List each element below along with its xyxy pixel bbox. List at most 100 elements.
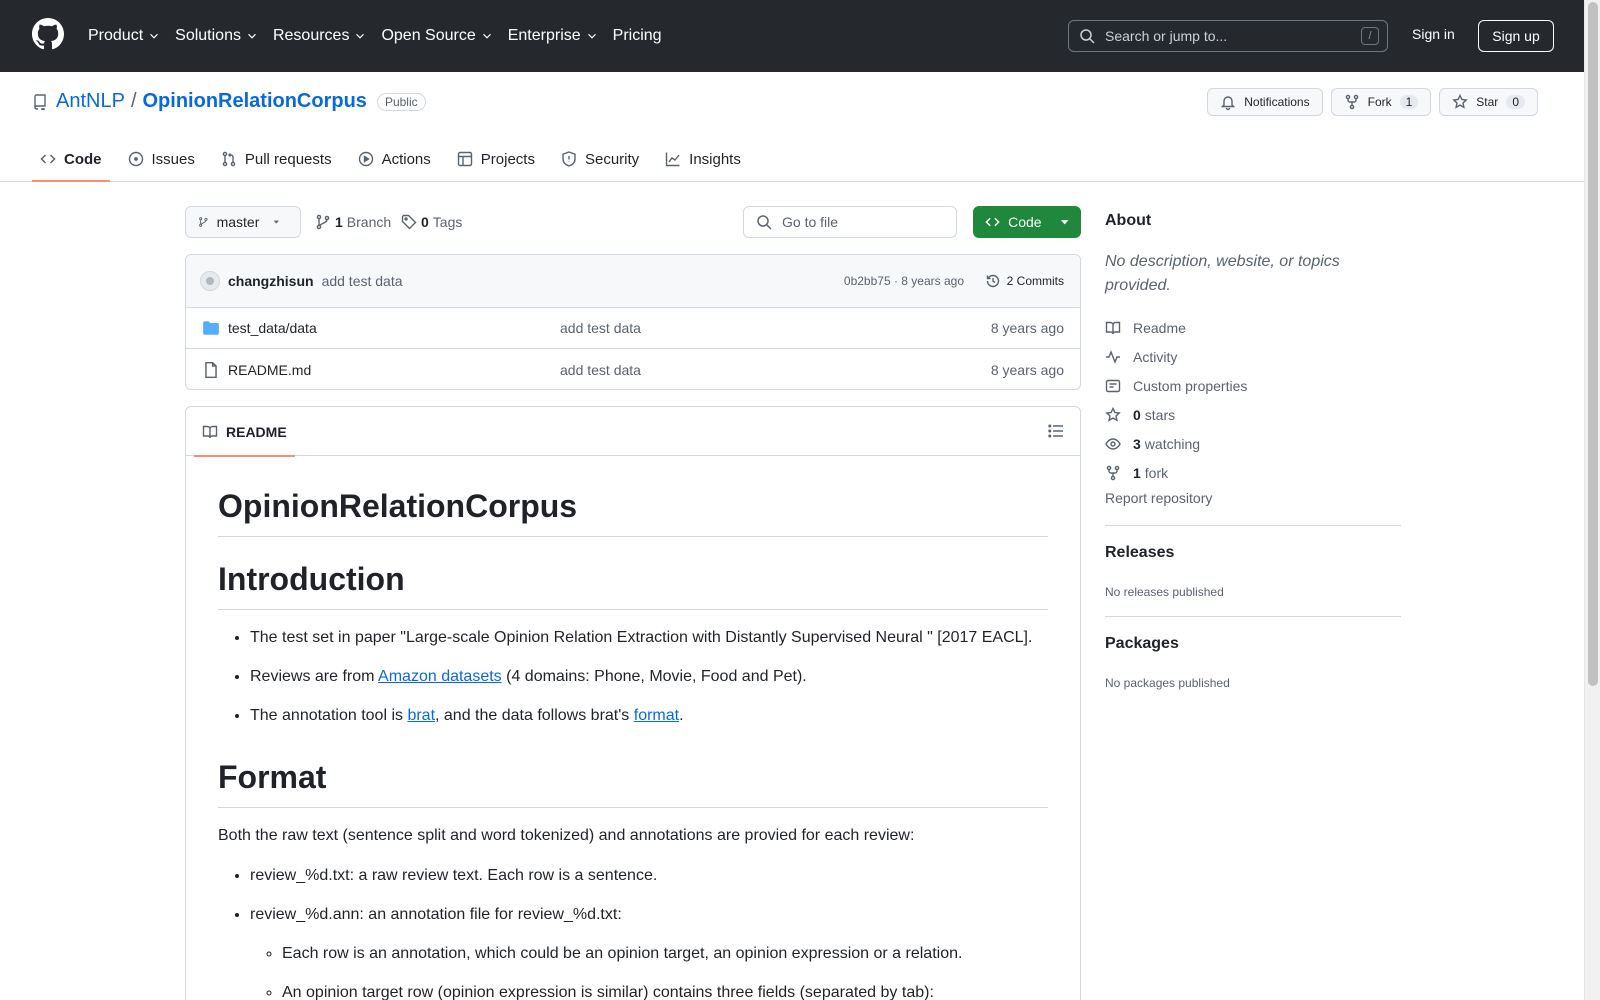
nav-product[interactable]: Product (88, 16, 161, 56)
repo-owner-link[interactable]: AntNLP (56, 90, 125, 113)
watching-count: 3 (1133, 435, 1141, 452)
branches-link[interactable]: 1 Branch (315, 214, 391, 230)
star-label: Star (1476, 95, 1499, 109)
nav-resources-label: Resources (272, 27, 350, 44)
nav-open-source[interactable]: Open Source (381, 16, 493, 56)
intro-list: The test set in paper "Large-scale Opini… (218, 626, 1048, 728)
about-heading: About (1105, 212, 1152, 229)
tags-link[interactable]: 0 Tags (401, 214, 462, 230)
table-row[interactable]: test_data/data add test data 8 years ago (186, 308, 1080, 349)
note-icon (1105, 379, 1121, 392)
tab-pull-requests[interactable]: Pull requests (213, 136, 340, 182)
star-button[interactable]: Star 0 (1439, 88, 1538, 116)
fork-button[interactable]: Fork 1 (1330, 88, 1432, 116)
tab-code-label: Code (64, 150, 102, 168)
sign-in-link[interactable]: Sign in (1412, 26, 1455, 42)
file-age: 8 years ago (990, 361, 1064, 378)
notifications-button[interactable]: Notifications (1207, 88, 1323, 116)
repo-separator: / (130, 90, 137, 112)
page-scrollbar[interactable] (1584, 0, 1600, 1000)
watching-label: watching (1144, 435, 1201, 452)
nav-solutions[interactable]: Solutions (175, 16, 259, 56)
scrollbar-thumb[interactable] (1588, 2, 1598, 686)
commit-message-link[interactable]: add test data (322, 273, 403, 289)
repo-header: AntNLP / OpinionRelationCorpus Public No… (0, 72, 1584, 182)
github-logo-icon[interactable] (32, 18, 64, 50)
tab-actions[interactable]: Actions (350, 136, 439, 182)
tab-insights-label: Insights (689, 150, 741, 168)
format-link[interactable]: format (634, 707, 679, 724)
text: , and the data follows brat's (435, 707, 634, 724)
format-list: review_%d.txt: a raw review text. Each r… (218, 864, 1048, 1000)
table-row[interactable]: README.md add test data 8 years ago (186, 349, 1080, 389)
readme-title: OpinionRelationCorpus (218, 456, 1048, 537)
nav-enterprise[interactable]: Enterprise (508, 16, 599, 56)
branch-selector-button[interactable]: master (185, 206, 301, 238)
file-commit-message[interactable]: add test data (560, 362, 641, 378)
nav-product-label: Product (88, 27, 144, 44)
global-search-input[interactable]: Search or jump to... / (1068, 20, 1388, 52)
forks-link[interactable]: 1 fork (1105, 458, 1247, 487)
star-count: 0 (1506, 95, 1525, 109)
branch-count: 1 (335, 214, 343, 230)
chevron-down-icon (356, 33, 365, 39)
stars-link[interactable]: 0 stars (1105, 400, 1247, 429)
tab-issues[interactable]: Issues (120, 136, 203, 182)
packages-heading[interactable]: Packages (1105, 635, 1179, 653)
caret-down-icon (1060, 220, 1069, 225)
tab-projects[interactable]: Projects (449, 136, 543, 182)
nav-solutions-label: Solutions (175, 27, 241, 44)
watchers-link[interactable]: 3 watching (1105, 429, 1247, 458)
star-icon (1105, 406, 1121, 422)
nav-pricing[interactable]: Pricing (613, 16, 662, 56)
list-item: The test set in paper "Large-scale Opini… (250, 626, 1048, 650)
code-icon (40, 154, 56, 164)
commit-hash-time[interactable]: 0b2bb75 · 8 years ago (844, 274, 964, 288)
shield-icon (562, 151, 576, 167)
readme-link[interactable]: Readme (1105, 313, 1247, 342)
notifications-label: Notifications (1244, 95, 1310, 109)
repo-title: AntNLP / OpinionRelationCorpus Public (32, 90, 426, 113)
amazon-datasets-link[interactable]: Amazon datasets (378, 668, 502, 685)
file-name-link[interactable]: test_data/data (228, 320, 317, 336)
repo-name-link[interactable]: OpinionRelationCorpus (143, 90, 367, 113)
list-icon[interactable] (1048, 423, 1064, 439)
code-dropdown-button[interactable]: Code (973, 206, 1081, 238)
folder-icon (203, 321, 219, 335)
chevron-down-icon (248, 33, 256, 39)
activity-link[interactable]: Activity (1105, 342, 1247, 371)
tab-security-label: Security (584, 150, 640, 168)
text: Reviews are from (250, 668, 379, 685)
report-repository-link[interactable]: Report repository (1105, 490, 1212, 506)
tab-code[interactable]: Code (32, 136, 110, 182)
about-description: No description, website, or topics provi… (1105, 253, 1340, 294)
readme-panel: README OpinionRelationCorpus Introductio… (185, 406, 1081, 1000)
history-icon (986, 274, 999, 288)
file-commit-message[interactable]: add test data (560, 320, 641, 336)
divider (1105, 525, 1401, 526)
sign-up-button[interactable]: Sign up (1478, 20, 1554, 52)
brat-link[interactable]: brat (407, 707, 435, 724)
latest-commit-row: changzhisun add test data 0b2bb75 · 8 ye… (186, 255, 1080, 308)
commits-count-label: 2 Commits (1006, 274, 1064, 288)
list-item: review_%d.txt: a raw review text. Each r… (250, 864, 1048, 888)
custom-properties-link[interactable]: Custom properties (1105, 371, 1247, 400)
readme-tab-label: README (226, 423, 287, 440)
commit-author-link[interactable]: changzhisun (228, 273, 314, 289)
avatar[interactable] (200, 271, 220, 291)
file-name-link[interactable]: README.md (228, 362, 311, 378)
stars-label: stars (1144, 406, 1176, 423)
text: . (679, 707, 684, 724)
heading-format: Format (218, 743, 1048, 808)
releases-heading[interactable]: Releases (1105, 544, 1174, 562)
readme-tab[interactable]: README (194, 407, 295, 457)
visibility-badge: Public (376, 92, 426, 111)
fork-label: fork (1144, 464, 1169, 481)
tab-security[interactable]: Security (553, 136, 647, 182)
pulse-icon (1106, 349, 1120, 364)
commits-link[interactable]: 2 Commits (985, 273, 1064, 289)
go-to-file-input[interactable]: Go to file (743, 206, 957, 238)
tab-insights[interactable]: Insights (657, 136, 749, 182)
search-icon (757, 215, 772, 230)
nav-resources[interactable]: Resources (273, 16, 367, 56)
